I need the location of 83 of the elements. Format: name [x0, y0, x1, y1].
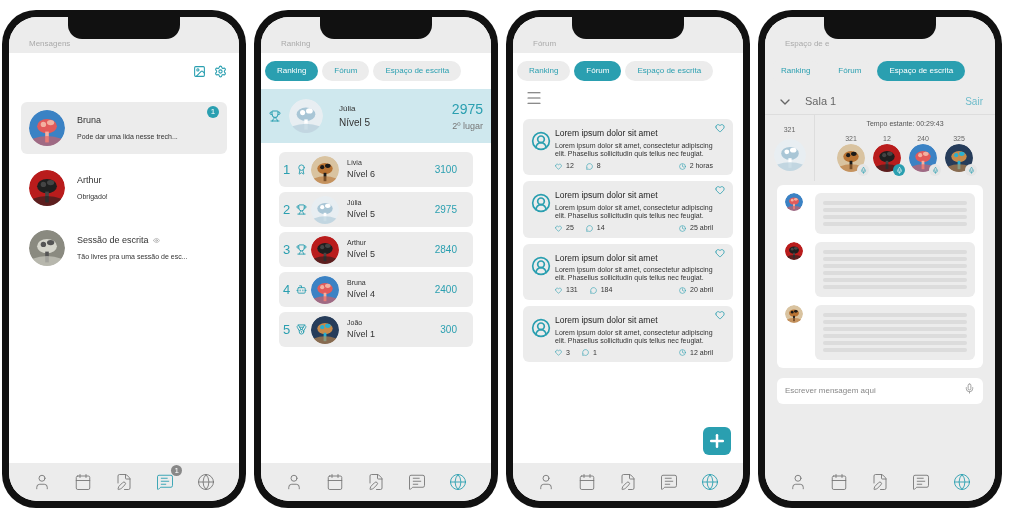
- contact-name: Sessão de escrita: [77, 234, 149, 247]
- menu-icon[interactable]: [525, 89, 543, 107]
- user-level: Nível 5: [347, 208, 375, 221]
- calendar-icon[interactable]: [829, 473, 848, 491]
- mic-badge[interactable]: [929, 164, 941, 176]
- favorite-icon[interactable]: [715, 185, 725, 196]
- contact-name: Arthur: [77, 174, 102, 187]
- user-level: Nível 1: [347, 328, 375, 341]
- user-level: Nível 5: [339, 115, 371, 130]
- trophy-icon: [296, 244, 307, 255]
- document-edit-icon[interactable]: [618, 473, 637, 491]
- points: 300: [440, 323, 457, 337]
- mic-badge[interactable]: [965, 164, 977, 176]
- calendar-icon[interactable]: [73, 473, 92, 491]
- rank-number: 2: [283, 200, 292, 219]
- notification-badge: 1: [171, 465, 183, 476]
- settings-icon[interactable]: [214, 65, 227, 78]
- calendar-icon[interactable]: [325, 473, 344, 491]
- heart-icon[interactable]: [555, 224, 562, 232]
- user-level: Nível 6: [347, 168, 375, 181]
- document-edit-icon[interactable]: [366, 473, 385, 491]
- mic-badge[interactable]: [893, 164, 905, 176]
- comment-icon[interactable]: [589, 287, 597, 294]
- plus-icon: [707, 431, 727, 451]
- rank-number: 4: [283, 280, 292, 299]
- rank-place: 2º lugar: [452, 119, 483, 133]
- user-name: Júlia: [339, 102, 357, 115]
- points: 2400: [434, 283, 457, 297]
- heart-icon[interactable]: [555, 349, 562, 357]
- robot-icon: [296, 284, 307, 295]
- user-avatar-icon: [531, 255, 551, 276]
- points: 2975: [451, 99, 483, 119]
- trophy-icon: [269, 110, 281, 122]
- post-title: Lorem ipsum dolor sit amet: [555, 127, 659, 140]
- room-name: Sala 1: [805, 94, 837, 110]
- comment-icon[interactable]: [585, 162, 593, 170]
- comment-icon[interactable]: [581, 349, 589, 357]
- globe-icon[interactable]: [701, 473, 720, 491]
- rank-number: 1: [283, 160, 292, 179]
- points: 2840: [434, 243, 457, 257]
- rank-number: 3: [283, 240, 292, 259]
- contact-name: Bruna: [77, 114, 102, 127]
- add-button[interactable]: [703, 427, 731, 455]
- chat-icon[interactable]: [408, 473, 427, 491]
- trophy-icon: [296, 204, 307, 215]
- microphone-icon[interactable]: [964, 383, 975, 394]
- globe-icon[interactable]: [197, 473, 216, 491]
- calendar-icon[interactable]: [577, 473, 596, 491]
- comment-icon[interactable]: [585, 224, 593, 232]
- post-title: Lorem ipsum dolor sit amet: [555, 189, 659, 202]
- user-level: Nível 5: [347, 248, 375, 261]
- user-avatar-icon: [531, 317, 551, 338]
- medal-icon: [296, 324, 307, 335]
- chat-icon[interactable]: [660, 473, 679, 491]
- favorite-icon[interactable]: [715, 247, 725, 258]
- points: 3100: [434, 163, 457, 177]
- unread-badge: 1: [207, 106, 219, 118]
- clock-icon: [679, 287, 687, 294]
- globe-icon[interactable]: [953, 473, 972, 491]
- award-icon: [296, 164, 307, 175]
- document-edit-icon[interactable]: [870, 473, 889, 491]
- chat-icon[interactable]: [156, 473, 175, 491]
- favorite-icon[interactable]: [715, 309, 725, 320]
- globe-icon[interactable]: [449, 473, 468, 491]
- points: 2975: [434, 203, 457, 217]
- clock-icon: [679, 224, 687, 232]
- chat-icon[interactable]: [912, 473, 931, 491]
- eye-icon: [152, 237, 160, 245]
- message-input[interactable]: Escrever mensagem aqui: [777, 377, 983, 404]
- rank-number: 5: [283, 320, 292, 339]
- user-avatar-icon: [531, 193, 551, 214]
- heart-icon[interactable]: [555, 162, 562, 170]
- post-title: Lorem ipsum dolor sit amet: [555, 313, 659, 327]
- screen-title: Mensagens: [29, 39, 71, 48]
- clock-icon: [679, 349, 687, 357]
- favorite-icon[interactable]: [715, 123, 725, 133]
- user-avatar-icon: [531, 131, 551, 151]
- document-edit-icon[interactable]: [114, 473, 133, 491]
- post-title: Lorem ipsum dolor sit amet: [555, 251, 659, 265]
- user-level: Nível 4: [347, 288, 375, 301]
- clock-icon: [678, 162, 686, 170]
- image-icon[interactable]: [193, 65, 206, 78]
- heart-icon[interactable]: [555, 287, 562, 294]
